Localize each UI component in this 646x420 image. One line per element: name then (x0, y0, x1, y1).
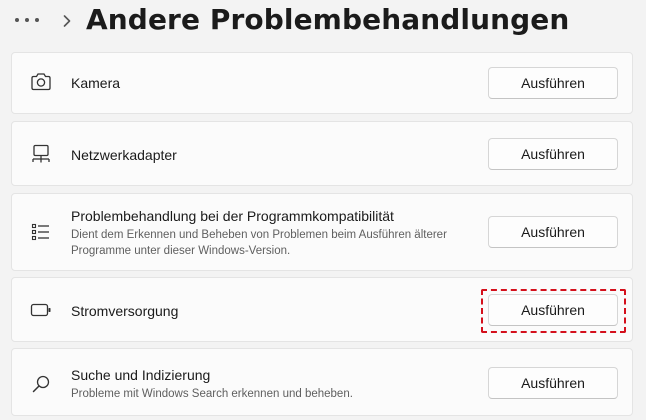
run-program-compatibility-button[interactable]: Ausführen (488, 216, 618, 248)
list-icon (30, 221, 52, 243)
network-adapter-icon (30, 143, 52, 165)
search-icon (30, 373, 52, 395)
run-network-adapter-button[interactable]: Ausführen (488, 138, 618, 170)
camera-icon (30, 71, 52, 93)
page-header: Andere Problembehandlungen (0, 0, 646, 44)
program-compatibility-label: Problembehandlung bei der Programmkompat… (71, 208, 394, 224)
camera-label: Kamera (71, 75, 121, 91)
network-adapter-label: Netzwerkadapter (71, 147, 177, 163)
chevron-right-icon (60, 12, 74, 30)
run-search-indexing-button[interactable]: Ausführen (488, 367, 618, 399)
troubleshooter-card-power: Stromversorgung Ausführen (11, 277, 633, 342)
troubleshooter-card-camera: Kamera Ausführen (11, 52, 633, 114)
program-compatibility-description: Dient dem Erkennen und Beheben von Probl… (71, 229, 447, 257)
run-power-button[interactable]: Ausführen (488, 294, 618, 326)
search-indexing-label: Suche und Indizierung (71, 367, 211, 383)
troubleshooter-card-network-adapter: Netzwerkadapter Ausführen (11, 121, 633, 186)
run-camera-button[interactable]: Ausführen (488, 67, 618, 99)
battery-icon (30, 299, 52, 321)
more-dots-icon[interactable] (12, 10, 42, 30)
search-indexing-description: Probleme mit Windows Search erkennen und… (71, 388, 353, 400)
power-label: Stromversorgung (71, 303, 179, 319)
troubleshooter-card-search-indexing: Suche und Indizierung Probleme mit Windo… (11, 348, 633, 416)
troubleshooter-card-program-compatibility: Problembehandlung bei der Programmkompat… (11, 193, 633, 271)
page-title: Andere Problembehandlungen (86, 3, 570, 36)
